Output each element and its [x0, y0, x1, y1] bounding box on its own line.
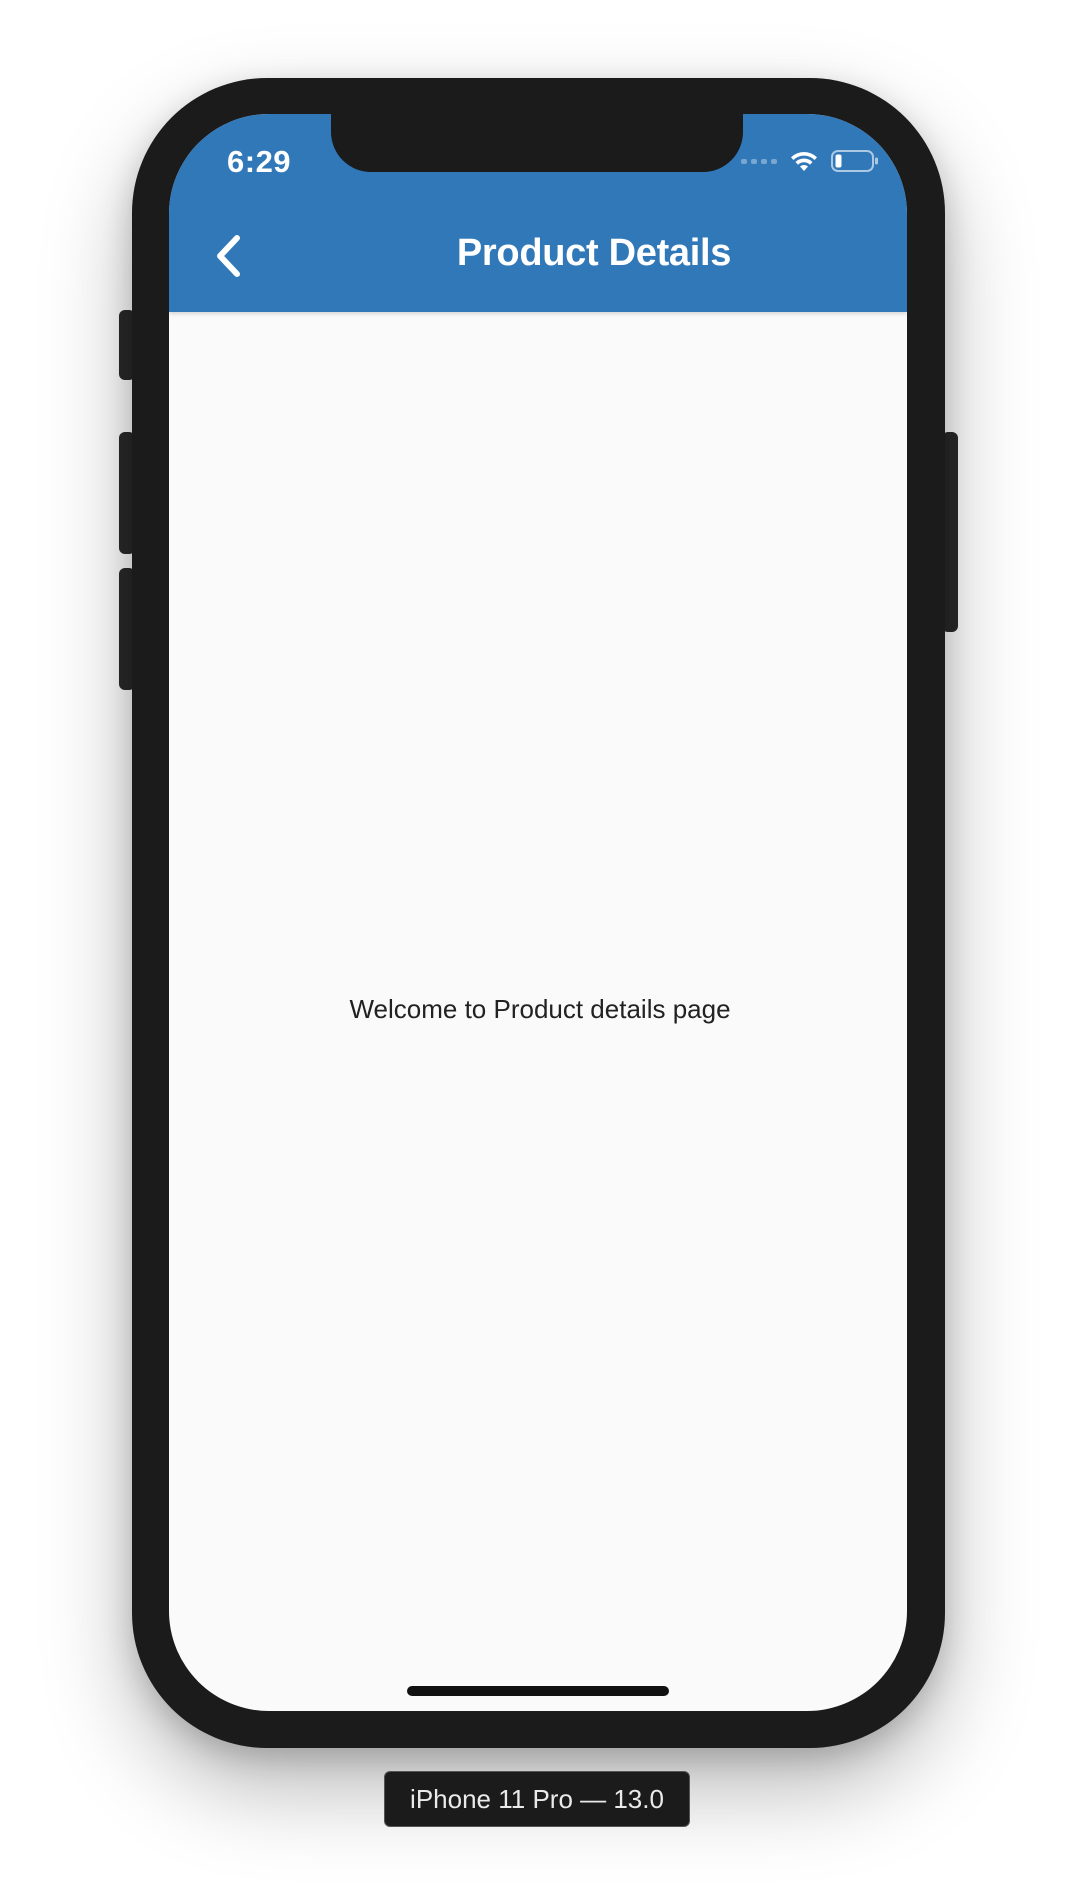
device-screen: 6:29 Product Details Welcome to Product …: [169, 114, 907, 1711]
status-icons: [741, 146, 879, 176]
wifi-icon: [791, 151, 817, 171]
battery-icon: [831, 150, 878, 172]
app-bar: 6:29 Product Details: [169, 114, 907, 312]
status-time: 6:29: [227, 144, 292, 179]
device-notch: [331, 114, 743, 172]
page-title: Product Details: [456, 232, 732, 274]
simulator-stage: 6:29 Product Details Welcome to Product …: [0, 0, 1076, 1900]
device-label: iPhone 11 Pro — 13.0: [384, 1771, 690, 1827]
home-indicator[interactable]: [407, 1686, 669, 1696]
welcome-message: Welcome to Product details page: [349, 994, 731, 1024]
signal-icon: [741, 158, 777, 164]
